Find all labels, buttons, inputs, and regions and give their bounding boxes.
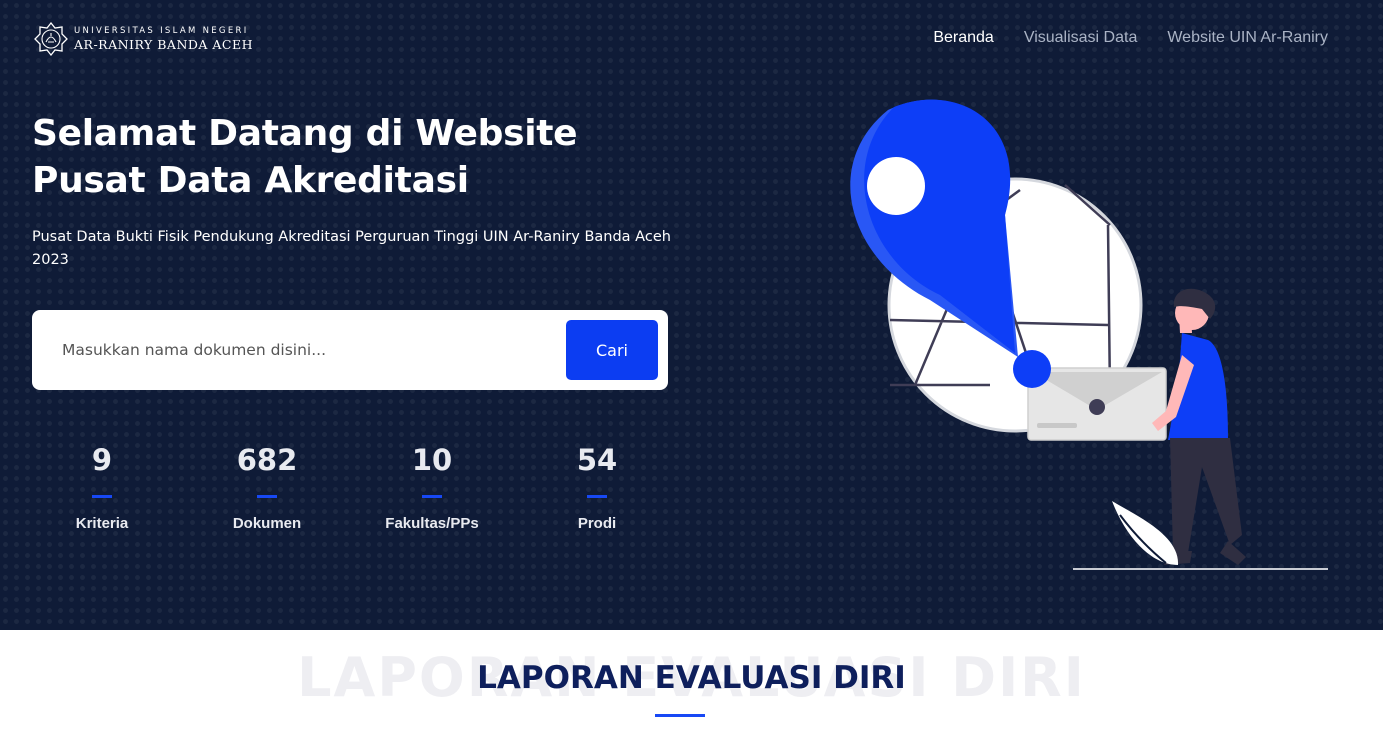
university-emblem-icon — [34, 22, 68, 56]
nav-link-visualisasi-data[interactable]: Visualisasi Data — [1024, 29, 1138, 47]
stat-underline — [587, 495, 607, 498]
university-logo[interactable]: UNIVERSITAS ISLAM NEGERI AR-RANIRY BANDA… — [34, 22, 253, 56]
stat-underline — [92, 495, 112, 498]
stats-row: 9 Kriteria 682 Dokumen 10 Fakultas/PPs 5… — [42, 440, 662, 540]
stat-value: 9 — [91, 443, 113, 477]
logo-line1: UNIVERSITAS ISLAM NEGERI — [74, 26, 249, 36]
stat-underline — [257, 495, 277, 498]
hero-title-line1: Selamat Datang di Website — [32, 113, 578, 154]
search-box: Cari — [32, 310, 668, 390]
stat-kriteria: 9 Kriteria — [42, 440, 162, 532]
stat-fakultas: 10 Fakultas/PPs — [372, 440, 492, 532]
hero-section: UNIVERSITAS ISLAM NEGERI AR-RANIRY BANDA… — [0, 0, 1383, 630]
stat-value: 10 — [411, 443, 453, 477]
logo-text: UNIVERSITAS ISLAM NEGERI AR-RANIRY BANDA… — [74, 27, 253, 51]
hero-subtitle-line1: Pusat Data Bukti Fisik Pendukung Akredit… — [32, 229, 671, 245]
stat-prodi: 54 Prodi — [537, 440, 657, 532]
search-button[interactable]: Cari — [566, 320, 658, 380]
hero-subtitle: Pusat Data Bukti Fisik Pendukung Akredit… — [32, 226, 672, 272]
stat-label: Fakultas/PPs — [385, 515, 479, 532]
plant-leaf-icon — [1112, 501, 1179, 565]
section-title-underline — [655, 714, 705, 717]
nav-link-beranda[interactable]: Beranda — [933, 29, 994, 47]
stat-dokumen: 682 Dokumen — [207, 440, 327, 532]
stat-underline — [422, 495, 442, 498]
hero-title-line2: Pusat Data Akreditasi — [32, 160, 469, 201]
laporan-section: LAPORAN EVALUASI DIRI LAPORAN EVALUASI D… — [0, 630, 1383, 744]
hero-subtitle-line2: 2023 — [32, 252, 69, 268]
document-search-input[interactable] — [52, 326, 572, 374]
stat-label: Dokumen — [232, 515, 302, 532]
section-title: LAPORAN EVALUASI DIRI — [477, 660, 906, 696]
hero-illustration — [850, 99, 1328, 570]
hero-title: Selamat Datang di Website Pusat Data Akr… — [32, 110, 672, 204]
nav-link-website-uin[interactable]: Website UIN Ar-Raniry — [1167, 29, 1328, 47]
stat-label: Prodi — [577, 515, 617, 532]
stat-value: 54 — [576, 443, 618, 477]
stat-label: Kriteria — [75, 515, 129, 532]
logo-line2: AR-RANIRY BANDA ACEH — [74, 36, 254, 52]
stat-value: 682 — [236, 443, 298, 477]
main-navigation: Beranda Visualisasi Data Website UIN Ar-… — [933, 29, 1328, 47]
